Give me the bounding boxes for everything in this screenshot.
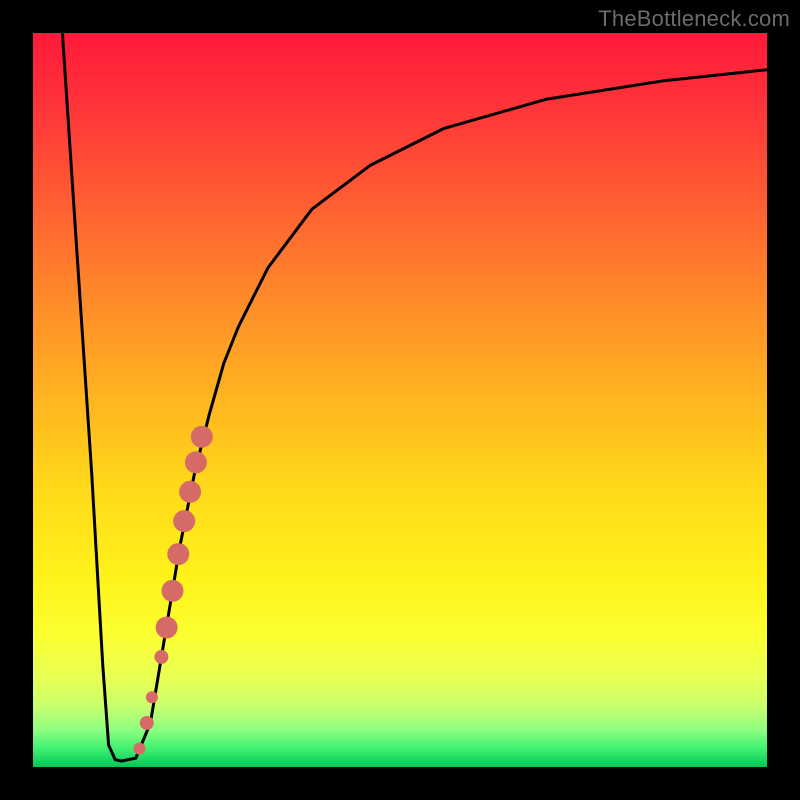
- highlight-group: [133, 426, 212, 755]
- chart-plot-area: [33, 33, 767, 767]
- highlight-dot: [156, 617, 178, 639]
- highlight-dot: [146, 691, 158, 703]
- highlight-dot: [185, 451, 207, 473]
- highlight-dot: [154, 650, 168, 664]
- watermark-label: TheBottleneck.com: [598, 6, 790, 32]
- highlight-dot: [173, 510, 195, 532]
- highlight-dot: [179, 481, 201, 503]
- highlight-dot: [140, 716, 154, 730]
- highlight-dot: [191, 426, 213, 448]
- chart-svg: [33, 33, 767, 767]
- chart-frame: TheBottleneck.com: [0, 0, 800, 800]
- bottleneck-curve-path: [62, 33, 767, 761]
- highlight-dot: [133, 743, 145, 755]
- highlight-dot: [167, 543, 189, 565]
- highlight-dot: [162, 580, 184, 602]
